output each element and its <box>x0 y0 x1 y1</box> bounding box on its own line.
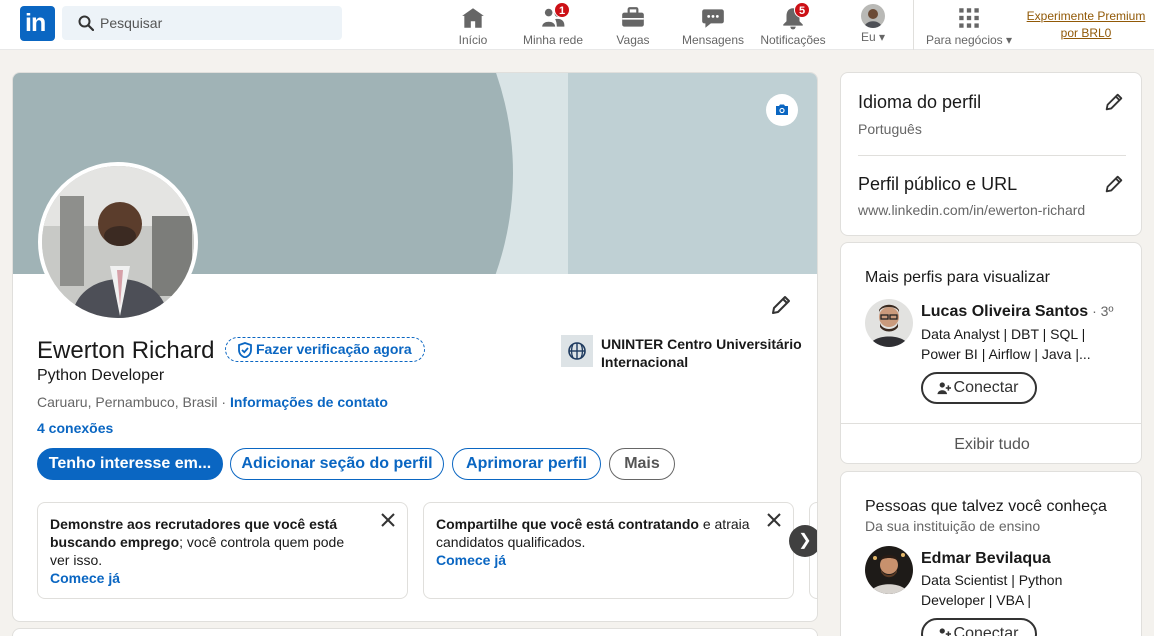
profile-location-row: Caruaru, Pernambuco, Brasil · Informaçõe… <box>37 394 388 410</box>
edit-language-button[interactable] <box>1103 91 1125 118</box>
avatar[interactable] <box>865 546 913 594</box>
edit-public-url-button[interactable] <box>1103 173 1125 200</box>
pencil-icon <box>1105 93 1123 111</box>
nav-business-label: Para negócios <box>925 33 1003 47</box>
add-person-icon <box>937 382 951 395</box>
avatar[interactable] <box>865 299 913 347</box>
person-name[interactable]: Lucas Oliveira Santos <box>921 303 1088 320</box>
open-to-button[interactable]: Tenho interesse em... <box>37 448 223 480</box>
search-box[interactable] <box>62 6 342 40</box>
premium-link[interactable]: Experimente Premium por BRL0 <box>1024 8 1148 42</box>
search-icon <box>78 15 94 31</box>
caret-down-icon: ▾ <box>1006 33 1013 47</box>
contact-info-link[interactable]: Informações de contato <box>230 394 388 410</box>
public-profile-url: www.linkedin.com/in/ewerton-richard <box>858 202 1086 218</box>
nav-notifications[interactable]: 5 Notificações <box>758 0 828 50</box>
me-avatar <box>861 4 885 28</box>
nav-for-business[interactable]: Para negócios ▾ <box>922 0 1016 50</box>
show-all-button[interactable]: Exibir tudo <box>841 423 1141 463</box>
nav-network[interactable]: 1 Minha rede <box>518 0 588 50</box>
person-headline: Data Scientist | Python Developer | VBA … <box>921 572 1063 608</box>
profile-headline: Python Developer <box>37 367 165 384</box>
person-headline: Data Analyst | DBT | SQL | Power BI | Ai… <box>921 326 1091 362</box>
person-name[interactable]: Edmar Bevilaqua <box>921 550 1051 568</box>
suggestion-bold-text: Compartilhe que você está contratando <box>436 516 699 532</box>
people-you-may-know-title: Pessoas que talvez você conheça <box>865 498 1107 515</box>
enhance-profile-button[interactable]: Aprimorar perfil <box>452 448 601 480</box>
profile-location: Caruaru, Pernambuco, Brasil <box>37 394 218 410</box>
nav-me-label: Eu <box>860 30 876 44</box>
network-icon: 1 <box>540 2 570 31</box>
profile-language-value: Português <box>858 121 922 137</box>
people-subtitle: Da sua instituição de ensino <box>865 518 1041 534</box>
messaging-icon <box>700 5 726 31</box>
more-profiles-card: Mais perfis para visualizar Lucas Olivei… <box>840 242 1142 464</box>
nav-network-label: Minha rede <box>522 33 584 47</box>
school-logo-icon <box>561 335 593 367</box>
edit-intro-button[interactable] <box>769 293 793 322</box>
notifications-badge: 5 <box>794 2 810 18</box>
suggestion-card-job-seeking: Demonstre aos recrutadores que você está… <box>37 502 408 599</box>
more-profiles-title: Mais perfis para visualizar <box>865 269 1050 286</box>
next-section-card <box>12 628 818 636</box>
connect-label: Conectar <box>953 625 1019 636</box>
public-profile-title: Perfil público e URL <box>858 174 1018 194</box>
linkedin-logo-icon[interactable]: in <box>20 6 55 41</box>
connection-degree: · 3º <box>1088 303 1114 319</box>
nav-messaging[interactable]: Mensagens <box>680 0 746 50</box>
nav-me[interactable]: Eu ▾ <box>852 0 894 50</box>
add-profile-section-button[interactable]: Adicionar seção do perfil <box>230 448 444 480</box>
network-badge: 1 <box>554 2 570 18</box>
grid-icon <box>956 5 982 31</box>
more-button[interactable]: Mais <box>609 448 675 480</box>
get-started-link[interactable]: Comece já <box>50 569 367 587</box>
pencil-icon <box>772 296 790 314</box>
suggestion-card-hiring: Compartilhe que você está contratando e … <box>423 502 794 599</box>
connect-label: Conectar <box>953 379 1019 396</box>
search-input[interactable] <box>100 6 330 40</box>
profile-name: Ewerton Richard <box>37 337 215 364</box>
home-icon <box>460 5 486 31</box>
profile-settings-card: Idioma do perfil Português Perfil públic… <box>840 72 1142 236</box>
shield-icon <box>238 342 252 358</box>
get-started-link[interactable]: Comece já <box>436 551 753 569</box>
nav-home[interactable]: Início <box>453 0 493 50</box>
verify-button[interactable]: Fazer verificação agora <box>225 337 425 362</box>
add-person-icon <box>939 628 951 636</box>
school-name: UNINTER Centro Universitário Internacion… <box>601 336 802 370</box>
connect-button[interactable]: Conectar <box>921 372 1037 404</box>
edit-banner-button[interactable] <box>766 94 798 126</box>
nav-jobs[interactable]: Vagas <box>613 0 653 50</box>
profile-photo[interactable] <box>38 162 198 322</box>
caret-down-icon: ▾ <box>879 30 886 44</box>
verify-label: Fazer verificação agora <box>256 341 412 357</box>
people-you-may-know-card: Pessoas que talvez você conheça Da sua i… <box>840 471 1142 636</box>
carousel-next-button[interactable]: ❯ <box>789 525 817 557</box>
nav-notifications-label: Notificações <box>760 33 826 47</box>
nav-home-label: Início <box>458 33 488 47</box>
close-icon[interactable] <box>767 513 781 527</box>
profile-language-title: Idioma do perfil <box>858 92 982 112</box>
jobs-icon <box>620 5 646 31</box>
nav-divider <box>913 0 914 50</box>
location-separator: · <box>217 394 230 410</box>
nav-jobs-label: Vagas <box>616 33 650 47</box>
nav-messaging-label: Mensagens <box>681 33 745 47</box>
divider <box>858 155 1126 156</box>
camera-icon <box>776 104 788 115</box>
connections-link[interactable]: 4 conexões <box>37 420 113 436</box>
top-navigation: in Início 1 Minha rede Vagas Mensagens 5 <box>0 0 1154 50</box>
pencil-icon <box>1105 175 1123 193</box>
bell-icon: 5 <box>780 2 810 31</box>
connect-button[interactable]: Conectar <box>921 618 1037 636</box>
profile-card: Ewerton Richard Fazer verificação agora … <box>12 72 818 622</box>
close-icon[interactable] <box>381 513 395 527</box>
